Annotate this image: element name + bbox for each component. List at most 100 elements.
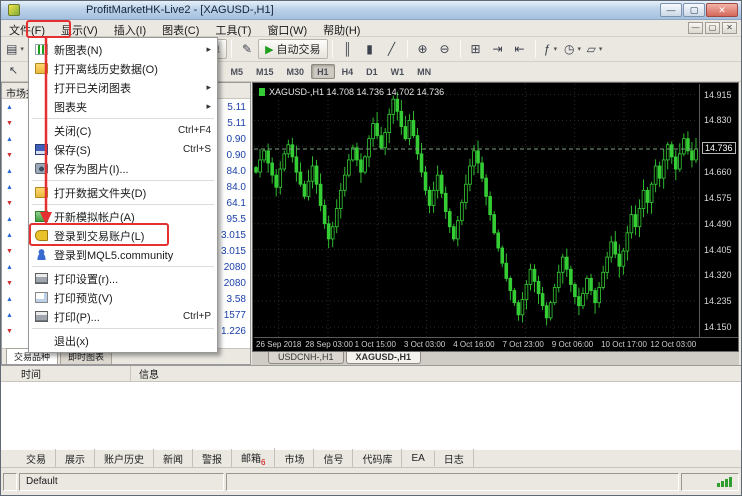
time-axis-label: 12 Oct 03:00	[650, 340, 696, 349]
file-menu-item-0[interactable]: 新图表(N)▸	[29, 40, 217, 59]
autotrading-toggle-button[interactable]: ▶自动交易	[258, 39, 327, 59]
zoom-in-icon: ⊕	[418, 42, 428, 56]
menu-item-label: 打印预览(V)	[54, 290, 113, 306]
chart-shift-button[interactable]: ⇤	[509, 39, 531, 59]
dropdown-arrow-icon: ▾	[599, 45, 603, 53]
file-menu-item-1[interactable]: 打开离线历史数据(O)	[29, 59, 217, 78]
file-menu-item-19[interactable]: 退出(x)	[29, 331, 217, 350]
menubar-item-2[interactable]: 插入(I)	[106, 20, 154, 36]
quote-price: 84.0	[227, 166, 246, 177]
candlestick-mode-button[interactable]: ▮	[359, 39, 381, 59]
terminal-tab-8[interactable]: 代码库	[353, 449, 402, 468]
timeframe-button-h1[interactable]: H1	[311, 64, 335, 79]
file-menu-item-6[interactable]: 保存(S)Ctrl+S	[29, 140, 217, 159]
quote-price: 64.1	[227, 198, 246, 209]
terminal-tab-bar: 交易展示账户历史 新闻警报邮箱6市场信号代码库EA日志	[1, 449, 741, 467]
menubar-item-3[interactable]: 图表(C)	[154, 20, 207, 36]
minimize-button[interactable]: —	[660, 3, 682, 17]
period-list-button[interactable]: ◷▾	[562, 39, 584, 59]
timeframe-button-w1[interactable]: W1	[385, 64, 411, 79]
new-chart-button[interactable]: ▤▾	[4, 39, 26, 59]
file-menu-item-12[interactable]: 登录到交易账户(L)	[29, 226, 217, 245]
menubar-item-1[interactable]: 显示(V)	[53, 20, 106, 36]
terminal-tab-5[interactable]: 邮箱6	[232, 448, 275, 469]
terminal-column-message[interactable]: 信息	[131, 366, 159, 381]
indicator-list-button[interactable]: ƒ▾	[540, 39, 562, 59]
file-menu-item-16[interactable]: 打印预览(V)	[29, 288, 217, 307]
terminal-tab-9[interactable]: EA	[402, 451, 434, 466]
account-icon	[35, 211, 48, 222]
maximize-button[interactable]: ▢	[683, 3, 705, 17]
quote-price: 95.5	[227, 214, 246, 225]
chart-tab-bar: USDCNH-,H1XAGUSD-,H1	[252, 352, 739, 365]
line-chart-mode-button[interactable]: ╱	[381, 39, 403, 59]
terminal-tab-7[interactable]: 信号	[314, 449, 353, 468]
mdi-minimize-button[interactable]: —	[688, 22, 703, 34]
terminal-tab-3[interactable]: 新闻	[154, 449, 193, 468]
menu-separator	[32, 328, 214, 329]
tick-down-icon: ▼	[6, 200, 18, 207]
terminal-tab-label: 新闻	[163, 455, 183, 466]
menu-item-label: 退出(x)	[54, 333, 89, 349]
price-axis-label: 14.150	[704, 322, 732, 332]
chart-panel[interactable]: XAGUSD-,H1 14.708 14.736 14.702 14.736 1…	[252, 82, 739, 352]
mdi-close-button[interactable]: ✕	[722, 22, 737, 34]
terminal-tab-1[interactable]: 展示	[56, 449, 95, 468]
close-button[interactable]: ✕	[706, 3, 738, 17]
time-axis-label: 1 Oct 15:00	[355, 340, 396, 349]
tile-windows-button[interactable]: ⊞	[465, 39, 487, 59]
timeframe-button-m30[interactable]: M30	[281, 64, 311, 79]
file-menu-item-9[interactable]: 打开数据文件夹(D)	[29, 183, 217, 202]
profile-selector[interactable]: Default	[19, 473, 224, 491]
chart-tab-1[interactable]: XAGUSD-,H1	[346, 352, 422, 364]
timeframe-button-mn[interactable]: MN	[411, 64, 437, 79]
zoom-in-button[interactable]: ⊕	[412, 39, 434, 59]
tick-up-icon: ▲	[6, 136, 18, 143]
metaeditor-button[interactable]: ✎	[236, 39, 258, 59]
terminal-tab-label: 账户历史	[104, 455, 144, 466]
zoom-out-icon: ⊖	[440, 42, 450, 56]
menu-item-label: 打印设置(r)...	[54, 271, 118, 287]
file-menu-item-5[interactable]: 关闭(C)Ctrl+F4	[29, 121, 217, 140]
price-axis-label: 14.490	[704, 219, 732, 229]
menubar-item-4[interactable]: 工具(T)	[207, 20, 259, 36]
file-menu-item-11[interactable]: 开新模拟帐户(A)	[29, 207, 217, 226]
timeframe-button-d1[interactable]: D1	[360, 64, 384, 79]
toolbar-separator	[332, 40, 333, 58]
menubar-item-5[interactable]: 窗口(W)	[259, 20, 315, 36]
menubar-item-6[interactable]: 帮助(H)	[315, 20, 368, 36]
new-chart-icon: ▤	[6, 42, 17, 56]
mdi-restore-button[interactable]: ▢	[705, 22, 720, 34]
terminal-tab-10[interactable]: 日志	[435, 449, 474, 468]
file-menu-item-7[interactable]: 保存为图片(I)...	[29, 159, 217, 178]
terminal-tab-4[interactable]: 警报	[193, 449, 232, 468]
timeframe-button-m5[interactable]: M5	[225, 64, 250, 79]
bar-chart-mode-button[interactable]: ║	[337, 39, 359, 59]
auto-scroll-button[interactable]: ⇥	[487, 39, 509, 59]
menubar-item-0[interactable]: 文件(F)	[1, 20, 53, 36]
zoom-out-button[interactable]: ⊖	[434, 39, 456, 59]
timeframe-button-m15[interactable]: M15	[250, 64, 280, 79]
terminal-tab-2[interactable]: 账户历史	[95, 449, 154, 468]
file-menu-item-15[interactable]: 打印设置(r)...	[29, 269, 217, 288]
file-menu-item-3[interactable]: 图表夹▸	[29, 97, 217, 116]
file-menu-item-17[interactable]: 打印(P)...Ctrl+P	[29, 307, 217, 326]
symbol-icon	[259, 88, 265, 96]
connection-status[interactable]	[681, 473, 739, 491]
terminal-column-time[interactable]: 时间	[1, 366, 131, 381]
menu-shortcut: Ctrl+F4	[178, 125, 211, 136]
chart-tab-0[interactable]: USDCNH-,H1	[268, 352, 344, 364]
terminal-tab-6[interactable]: 市场	[275, 449, 314, 468]
terminal-tab-0[interactable]: 交易	[17, 449, 56, 468]
menu-separator	[32, 180, 214, 181]
timeframe-button-h4[interactable]: H4	[336, 64, 360, 79]
file-menu-item-2[interactable]: 打开已关闭图表▸	[29, 78, 217, 97]
cursor-tool-button[interactable]: ↖	[4, 63, 23, 79]
tick-down-icon: ▼	[6, 328, 18, 335]
tick-up-icon: ▲	[6, 184, 18, 191]
time-axis-label: 9 Oct 06:00	[552, 340, 593, 349]
mdi-window-controls: — ▢ ✕	[688, 22, 741, 34]
file-menu-item-13[interactable]: 登录到MQL5.community	[29, 245, 217, 264]
price-axis-label: 14.575	[704, 193, 732, 203]
template-list-button[interactable]: ▱▾	[584, 39, 606, 59]
